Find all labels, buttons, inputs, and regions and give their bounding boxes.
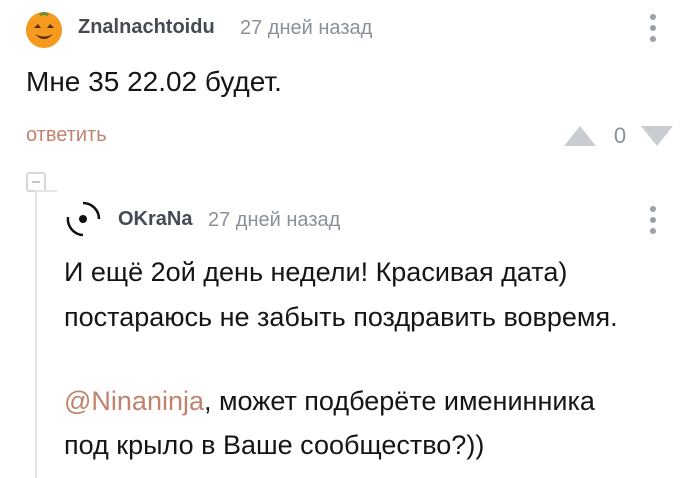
downvote-arrow-icon[interactable] — [640, 125, 674, 147]
user-avatar[interactable] — [26, 12, 62, 48]
comment-author[interactable]: OKraNa — [118, 208, 192, 231]
user-mention-link[interactable]: @Ninaninja — [64, 386, 204, 416]
thread-line[interactable] — [35, 192, 37, 478]
thread-branch-line — [35, 190, 57, 192]
comments-thread: Znalnachtoidu 27 дней назад Мне 35 22.02… — [0, 0, 700, 478]
reply-button[interactable]: ответить — [26, 124, 107, 147]
comment-text-line: @Ninaninja, может подберёте именинника — [64, 386, 595, 417]
collapse-thread-icon[interactable] — [26, 172, 46, 192]
comment-text-line: постараюсь не забыть поздравить вовремя. — [64, 302, 618, 332]
comment-text-fragment: , может подберёте именинника — [203, 386, 595, 416]
comment-timestamp[interactable]: 27 дней назад — [240, 17, 372, 40]
more-vertical-icon[interactable] — [647, 12, 659, 46]
upvote-arrow-icon[interactable] — [563, 125, 597, 147]
comment-author[interactable]: Znalnachtoidu — [78, 16, 215, 39]
circle-logo-icon — [65, 201, 101, 237]
comment-text-line: И ещё 2ой день недели! Красивая дата) — [64, 257, 568, 287]
comment-text: Мне 35 22.02 будет. — [26, 66, 282, 97]
comment-text-line: под крыло в Ваше сообщество?)) — [64, 430, 485, 460]
comment-timestamp[interactable]: 27 дней назад — [208, 209, 340, 232]
pumpkin-face-icon — [26, 12, 62, 48]
comment-rating: 0 — [613, 123, 627, 148]
more-vertical-icon[interactable] — [647, 204, 659, 238]
user-avatar[interactable] — [64, 200, 102, 238]
